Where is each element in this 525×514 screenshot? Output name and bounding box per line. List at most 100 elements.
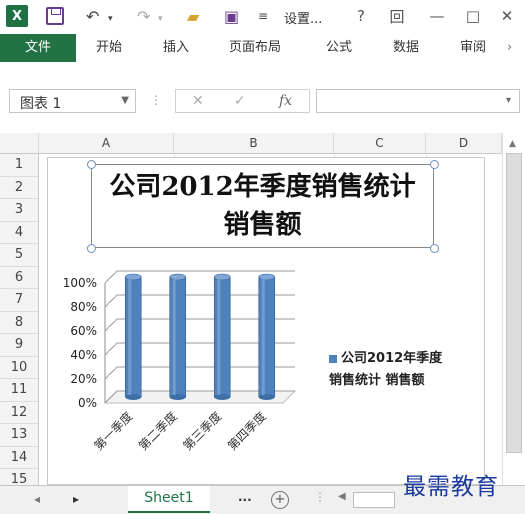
x-tick-label: 第二季度 — [135, 409, 180, 454]
y-tick-label: 80% — [70, 300, 97, 314]
prev-sheet-icon[interactable]: ◂ — [34, 492, 40, 506]
tab-page-layout[interactable]: 页面布局 — [229, 34, 281, 62]
row-header-7[interactable]: 7 — [0, 289, 39, 312]
row-header-14[interactable]: 14 — [0, 446, 39, 469]
y-tick-label: 20% — [70, 372, 97, 386]
row-header-12[interactable]: 12 — [0, 401, 39, 424]
more-sheets-button[interactable]: ... — [238, 490, 252, 504]
bar — [124, 276, 142, 398]
tab-data[interactable]: 数据 — [393, 34, 419, 62]
undo-dropdown-icon[interactable]: ▾ — [108, 8, 113, 30]
row-header-11[interactable]: 11 — [0, 379, 39, 402]
ribbon-scroll-right-icon[interactable]: › — [507, 34, 512, 62]
save-icon[interactable] — [46, 7, 64, 25]
add-sheet-icon[interactable]: + — [271, 491, 289, 509]
row-header-5[interactable]: 5 — [0, 244, 39, 267]
sheet-tab-sheet1[interactable]: Sheet1 — [128, 486, 210, 513]
x-tick-label: 第三季度 — [180, 409, 225, 454]
vertical-scrollbar[interactable]: ▲ — [502, 133, 525, 485]
bar-top — [213, 273, 231, 281]
x-tick-label: 第四季度 — [224, 409, 269, 454]
formula-input[interactable] — [316, 89, 520, 113]
help-button[interactable]: ? — [350, 6, 372, 26]
undo-icon[interactable]: ↶ — [86, 5, 99, 27]
next-sheet-icon[interactable]: ▸ — [73, 492, 79, 506]
row-header-6[interactable]: 6 — [0, 266, 39, 289]
y-tick-label: 60% — [70, 324, 97, 338]
bar-top — [169, 273, 187, 281]
bar-top — [258, 273, 276, 281]
select-all-corner[interactable] — [0, 133, 39, 154]
column-header-d[interactable]: D — [426, 133, 502, 154]
y-tick-label: 40% — [70, 348, 97, 362]
formula-expand-icon[interactable]: ▾ — [506, 95, 511, 106]
column-header-c[interactable]: C — [334, 133, 426, 154]
bar — [213, 276, 231, 398]
row-header-13[interactable]: 13 — [0, 424, 39, 447]
bar-base — [169, 394, 186, 400]
form-icon[interactable]: ▣ — [224, 5, 239, 27]
excel-logo-icon: X — [6, 5, 28, 27]
ribbon-display-button[interactable]: 回 — [386, 6, 408, 26]
tab-home[interactable]: 开始 — [96, 34, 122, 62]
legend-entry: 公司2012年季度 — [329, 348, 479, 370]
tab-insert[interactable]: 插入 — [163, 34, 189, 62]
row-header-15[interactable]: 15 — [0, 469, 39, 485]
insert-function-icon[interactable]: fx — [279, 93, 292, 109]
scroll-up-icon[interactable]: ▲ — [509, 139, 516, 149]
column-header-b[interactable]: B — [174, 133, 334, 154]
hscroll-left-icon[interactable]: ◀ — [338, 491, 346, 502]
row-header-3[interactable]: 3 — [0, 199, 39, 222]
row-header-10[interactable]: 10 — [0, 356, 39, 379]
bar — [169, 276, 187, 398]
formula-bar-grip-icon: ⋮ — [150, 93, 162, 107]
name-box[interactable]: 图表 1 ▼ — [9, 89, 136, 113]
row-header-8[interactable]: 8 — [0, 311, 39, 334]
bar-base — [214, 394, 231, 400]
bar-highlight — [261, 279, 265, 395]
row-header-2[interactable]: 2 — [0, 176, 39, 199]
column-header-a[interactable]: A — [39, 133, 174, 154]
ribbon-tabs: 文件 开始 插入 页面布局 公式 数据 审阅 › — [0, 34, 525, 63]
y-tick-label: 0% — [78, 396, 97, 410]
bar-highlight — [128, 279, 132, 395]
tab-review[interactable]: 审阅 — [460, 34, 486, 62]
bar-top — [124, 273, 142, 281]
legend-label-line-1: 公司2012年季度 — [341, 351, 443, 366]
scroll-thumb[interactable] — [506, 153, 522, 453]
bar-base — [125, 394, 142, 400]
maximize-button[interactable]: □ — [462, 6, 484, 26]
formula-buttons: ✕ ✓ fx — [175, 89, 310, 113]
bar-highlight — [217, 279, 221, 395]
row-header-1[interactable]: 1 — [0, 154, 39, 177]
legend-swatch — [329, 354, 337, 363]
bar — [258, 276, 276, 398]
customize-qat-icon[interactable]: ≡ — [258, 5, 268, 27]
watermark-text: 最需教育 — [403, 474, 499, 500]
row-header-9[interactable]: 9 — [0, 334, 39, 357]
minimize-button[interactable]: — — [426, 6, 448, 26]
tab-splitter-icon[interactable]: ⋮ — [314, 490, 326, 504]
row-header-4[interactable]: 4 — [0, 221, 39, 244]
chart-legend[interactable]: 公司2012年季度 销售统计 销售额 — [329, 348, 479, 392]
bar-base — [258, 394, 275, 400]
redo-icon[interactable]: ↷ — [137, 5, 150, 27]
tab-file[interactable]: 文件 — [0, 34, 76, 62]
close-button[interactable]: ✕ — [496, 6, 518, 26]
plot-area: 0% 20% 40% 60% 80% 100% 第一季度 第二季度 第三季度 第四季度 — [63, 270, 297, 454]
tab-formulas[interactable]: 公式 — [326, 34, 352, 62]
title-bar: X ↶ ▾ ↷ ▾ ▰ ▣ ≡ 设置... ? 回 — □ ✕ — [0, 0, 525, 34]
window-title: 设置... — [284, 12, 323, 27]
cancel-icon[interactable]: ✕ — [192, 93, 204, 109]
redo-dropdown-icon[interactable]: ▾ — [158, 8, 163, 30]
name-box-dropdown-icon[interactable]: ▼ — [121, 95, 129, 106]
name-box-value: 图表 1 — [20, 96, 62, 112]
open-folder-icon[interactable]: ▰ — [187, 5, 199, 27]
legend-label-line-2: 销售统计 销售额 — [329, 373, 425, 388]
y-tick-label: 100% — [63, 276, 97, 290]
chart-object[interactable]: 公司2012年季度销售统计 销售额 0% 20% 40% 60% 80% 100% 第一季度… — [47, 157, 485, 485]
x-tick-label: 第一季度 — [91, 409, 136, 454]
enter-icon[interactable]: ✓ — [234, 93, 246, 109]
bar-highlight — [172, 279, 176, 395]
horizontal-scroll-thumb[interactable] — [353, 492, 395, 508]
